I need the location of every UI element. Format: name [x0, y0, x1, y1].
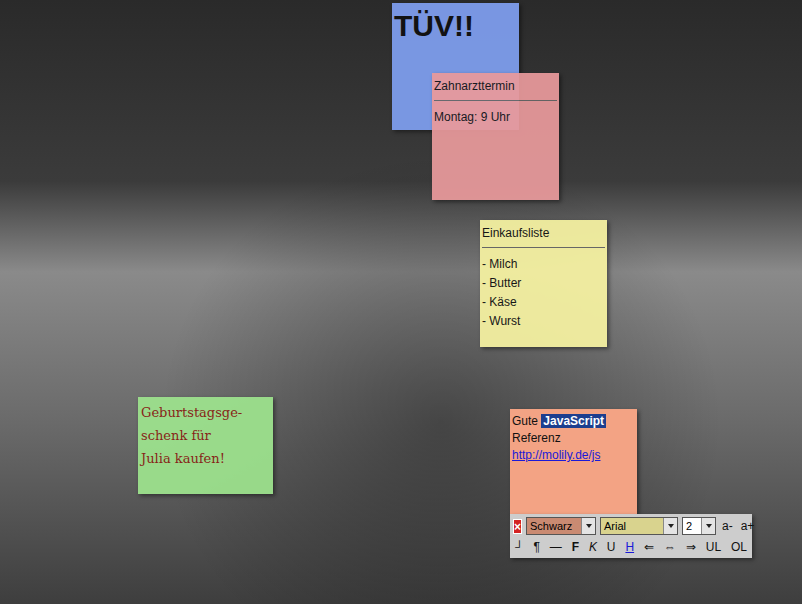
size-button[interactable]: a+: [739, 518, 757, 534]
sticky-note[interactable]: Einkaufsliste - Milch- Butter- Käse- Wurs…: [480, 220, 607, 347]
note-title[interactable]: Zahnarzttermin: [434, 77, 557, 95]
note-line[interactable]: Montag: 9 Uhr: [434, 108, 557, 127]
format-button[interactable]: F: [570, 539, 581, 555]
note-text: Gute: [512, 414, 541, 428]
note-separator: [482, 247, 605, 248]
dropdown-arrow-icon: [581, 518, 595, 534]
format-button[interactable]: H: [623, 539, 636, 555]
note-text: JavaScript: [541, 414, 606, 428]
dropdown-arrow-icon: [701, 518, 715, 534]
note-line[interactable]: - Wurst: [482, 312, 605, 331]
format-toolbar: ×SchwarzArial2a-a+┘¶—FKUH⇐⇔⇒ULOL: [510, 514, 752, 558]
format-button[interactable]: U: [605, 539, 618, 555]
size-button[interactable]: a-: [720, 518, 735, 534]
note-text: Referenz: [512, 431, 561, 445]
format-button[interactable]: UL: [704, 539, 723, 555]
format-button[interactable]: ┘: [513, 539, 526, 555]
desktop: TÜV!! Zahnarzttermin Montag: 9 Uhr Einkaufs…: [0, 0, 802, 604]
note-line[interactable]: schenk für: [141, 424, 270, 447]
note-line[interactable]: - Milch: [482, 255, 605, 274]
format-button[interactable]: K: [587, 539, 599, 555]
sticky-note[interactable]: Zahnarzttermin Montag: 9 Uhr: [432, 73, 559, 200]
note-line[interactable]: Geburtstagsge-: [141, 401, 270, 424]
format-button[interactable]: OL: [729, 539, 749, 555]
note-title[interactable]: Einkaufsliste: [482, 224, 605, 242]
format-button[interactable]: ¶: [531, 539, 541, 555]
sticky-note[interactable]: Geburtstagsge-schenk fürJulia kaufen!: [138, 397, 273, 494]
format-button[interactable]: ⇐: [642, 539, 656, 555]
note-heading[interactable]: TÜV!!: [394, 7, 517, 45]
note-line[interactable]: Referenz: [512, 430, 635, 447]
note-line[interactable]: Julia kaufen!: [141, 447, 270, 470]
format-button[interactable]: —: [548, 539, 564, 555]
sticky-note[interactable]: Gute JavaScriptReferenzhttp://molily.de/…: [510, 409, 637, 514]
note-link[interactable]: http://molily.de/js: [512, 448, 600, 462]
dropdown[interactable]: Arial: [600, 517, 678, 535]
note-line[interactable]: Gute JavaScript: [512, 413, 635, 430]
format-button[interactable]: ⇒: [684, 539, 698, 555]
note-line[interactable]: - Käse: [482, 293, 605, 312]
dropdown[interactable]: Schwarz: [526, 517, 596, 535]
dropdown[interactable]: 2: [682, 517, 716, 535]
note-separator: [434, 100, 557, 101]
note-line[interactable]: http://molily.de/js: [512, 447, 635, 464]
format-button[interactable]: ⇔: [662, 539, 678, 555]
note-line[interactable]: - Butter: [482, 274, 605, 293]
dropdown-arrow-icon: [663, 518, 677, 534]
close-button[interactable]: ×: [513, 519, 522, 534]
